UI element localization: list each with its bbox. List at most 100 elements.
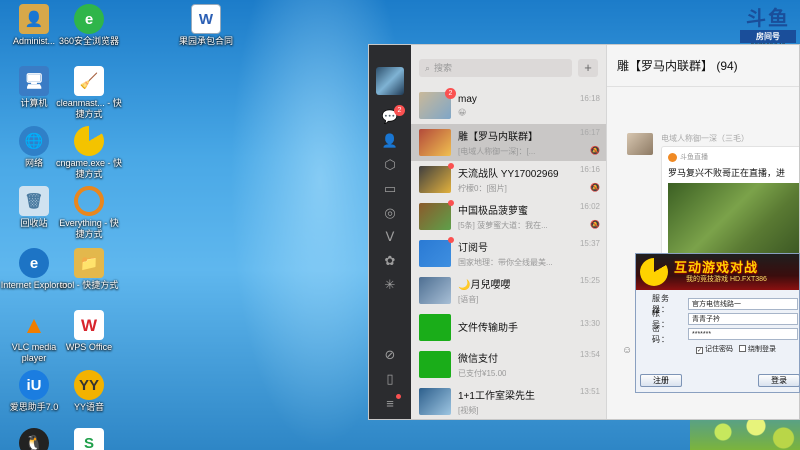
chat-top-line: 雕【罗马内联群】 16:17 (458, 128, 600, 143)
chat-meta: 文件传输助手 13:30 (458, 319, 600, 337)
chat-name: 雕【罗马内联群】 (458, 132, 538, 143)
chat-list: 2 may 16:18 😀 雕【罗马内联群】 16:17 [电域人称御一深]：[... 🔕 天流… (411, 87, 606, 419)
desktop-icon-label: cngame.exe - 快捷方式 (55, 158, 123, 179)
chat-name: 订阅号 (458, 243, 488, 254)
chat-list-item[interactable]: 雕【罗马内联群】 16:17 [电域人称御一深]：[... 🔕 (411, 124, 606, 161)
desktop-icon-cngame[interactable]: cngame.exe - 快捷方式 (55, 126, 123, 180)
search-icon: ⌕ (425, 63, 431, 73)
chat-top-line: 1+1工作室梁先生 13:51 (458, 387, 600, 402)
desktop-icon-spreadsheet[interactable]: S (55, 428, 123, 450)
desktop-icon-label: 360安全浏览器 (58, 36, 120, 46)
chat-bottom-line: 国家地理：带你全线最美... (458, 257, 600, 268)
discover-nav-button[interactable]: ✳ (369, 273, 411, 297)
phone-icon: ▯ (386, 371, 394, 386)
message-avatar[interactable] (627, 133, 653, 155)
desktop-icon-label: 果园承包合同 (178, 36, 233, 46)
chat-list-panel: ⌕ 搜索 + 2 may 16:18 😀 雕【罗马内联群】 16:17 [电域人称御一深]：… (411, 45, 607, 419)
new-chat-button[interactable]: + (578, 59, 598, 77)
check-icon: ✓ (696, 347, 703, 354)
chat-time: 13:51 (579, 387, 600, 396)
chat-last-message: 😀 (458, 108, 467, 117)
chat-name: 1+1工作室梁先生 (458, 391, 535, 402)
desktop-icon-everything[interactable]: Everything - 快捷方式 (55, 186, 123, 240)
chat-bottom-line: [语音] (458, 294, 600, 305)
chat-list-item[interactable]: 2 may 16:18 😀 (411, 87, 606, 124)
unread-dot (448, 200, 454, 206)
chat-bottom-line: [视频] (458, 405, 600, 416)
server-select[interactable]: 官方电信线路一 (688, 297, 798, 310)
chat-bottom-line: 已支付¥15.00 (458, 368, 600, 379)
message-sender: 电域人称御一深（三毛） (661, 134, 749, 143)
search-input[interactable]: ⌕ 搜索 (419, 59, 572, 77)
chat-avatar (419, 314, 451, 341)
chat-list-item[interactable]: 微信支付 13:54 已支付¥15.00 (411, 346, 606, 383)
miniprogram-nav-button[interactable]: ✿ (369, 249, 411, 273)
user-avatar[interactable] (376, 67, 404, 95)
desktop-icon-360-browser[interactable]: e 360安全浏览器 (55, 4, 123, 47)
collections-nav-button[interactable]: ⬡ (369, 153, 411, 177)
recycle-bin-icon: 🗑 (19, 186, 49, 216)
sparkle-icon: ✳ (384, 277, 396, 292)
channels-nav-button[interactable]: ᐯ (369, 225, 411, 249)
chat-meta: 天流战队 YY17002969 16:16 柠檬0：[图片] 🔕 (458, 165, 600, 194)
chat-meta: 中国极品菠萝蜜 16:02 [5条] 菠萝蜜大道：我在... 🔕 (458, 202, 600, 231)
password-row: 密 码： ******* (652, 324, 799, 344)
remember-password-checkbox[interactable]: ✓ 记住密码 (696, 344, 733, 354)
account-field[interactable]: 青青子衿 (688, 312, 798, 325)
desktop-icon-cleanmaster[interactable]: 🧹 cleanmast... - 快捷方式 (55, 66, 123, 120)
chat-list-item[interactable]: 中国极品菠萝蜜 16:02 [5条] 菠萝蜜大道：我在... 🔕 (411, 198, 606, 235)
register-button[interactable]: 注册 (640, 374, 682, 387)
chat-name: 文件传输助手 (458, 322, 518, 334)
login-form: 服务器： 官方电信线路一 帐 号： 青青子衿 密 码： ******* ✓ 记住密… (636, 290, 799, 354)
menu-button[interactable]: ≡ (369, 391, 411, 415)
chat-bottom-line: 柠檬0：[图片] 🔕 (458, 183, 600, 194)
chat-bottom-line: [5条] 菠萝蜜大道：我在... 🔕 (458, 220, 600, 231)
desktop-icon-wps[interactable]: W WPS Office (55, 310, 123, 353)
chat-last-message: 国家地理：带你全线最美... (458, 258, 553, 267)
chat-list-item[interactable]: 天流战队 YY17002969 16:16 柠檬0：[图片] 🔕 (411, 161, 606, 198)
chat-time: 16:17 (579, 128, 600, 137)
desktop-icon-yy[interactable]: YY YY语音 (55, 370, 123, 413)
share-card[interactable]: 斗鱼直播 罗马复兴不败哥正在直播，进 (661, 146, 799, 256)
desktop-icon-label: YY语音 (73, 402, 104, 412)
chat-time: 16:16 (579, 165, 600, 174)
chat-name: 天流战队 YY17002969 (458, 169, 559, 180)
menu-icon: ≡ (386, 395, 394, 411)
chat-list-item[interactable]: 1+1工作室梁先生 13:51 [视频] (411, 383, 606, 419)
desktop-icon-contract[interactable]: W 果园承包合同 (172, 4, 240, 47)
password-field[interactable]: ******* (688, 327, 798, 340)
unread-dot (448, 237, 454, 243)
chat-avatar: 2 (419, 88, 456, 119)
watermark-logo-text: 斗鱼 (746, 8, 790, 30)
pacman-icon (640, 258, 668, 286)
vlc-cone-icon: ▲ (22, 311, 46, 339)
chat-list-item[interactable]: 订阅号 15:37 国家地理：带你全线最美... (411, 235, 606, 272)
chat-list-item[interactable]: 文件传输助手 13:30 (411, 309, 606, 346)
chat-nav-button[interactable]: 💬 2 (369, 105, 411, 129)
chat-list-item[interactable]: 🌙月兒嚶嚶 15:25 [语音] (411, 272, 606, 309)
cube-icon: ⬡ (384, 157, 396, 172)
chat-meta: 订阅号 15:37 国家地理：带你全线最美... (458, 239, 600, 268)
game-login-dialog: 互动游戏对战 我的竞技游戏 HD.FXT386 服务器： 官方电信线路一 帐 号… (635, 253, 800, 393)
folder-icon: ▭ (383, 181, 397, 196)
login-subtitle-code: HD.FXT386 (729, 276, 767, 283)
login-button[interactable]: 登录 (758, 374, 799, 387)
desktop-icon-label: tool - 快捷方式 (59, 280, 119, 290)
cleanmaster-icon: 🧹 (74, 66, 104, 96)
mobile-nav-button[interactable]: ▯ (369, 367, 411, 391)
ie-icon: e (19, 248, 49, 278)
chat-name: 🌙月兒嚶嚶 (458, 280, 511, 291)
emoji-button[interactable]: ☺ (622, 345, 632, 356)
auto-label: 绕制登录 (748, 346, 776, 353)
phone-nav-button[interactable]: ⊘ (369, 343, 411, 367)
moments-nav-button[interactable]: ◎ (369, 201, 411, 225)
chat-name: 微信支付 (458, 354, 498, 365)
360-browser-icon: e (74, 4, 104, 34)
chat-time: 13:54 (579, 350, 600, 359)
contacts-nav-button[interactable]: 👤 (369, 129, 411, 153)
chat-avatar (419, 237, 454, 267)
network-icon: 🌐 (19, 126, 49, 156)
files-nav-button[interactable]: ▭ (369, 177, 411, 201)
desktop-icon-tool[interactable]: 📁 tool - 快捷方式 (55, 248, 123, 291)
auto-login-checkbox[interactable]: 绕制登录 (739, 344, 776, 354)
